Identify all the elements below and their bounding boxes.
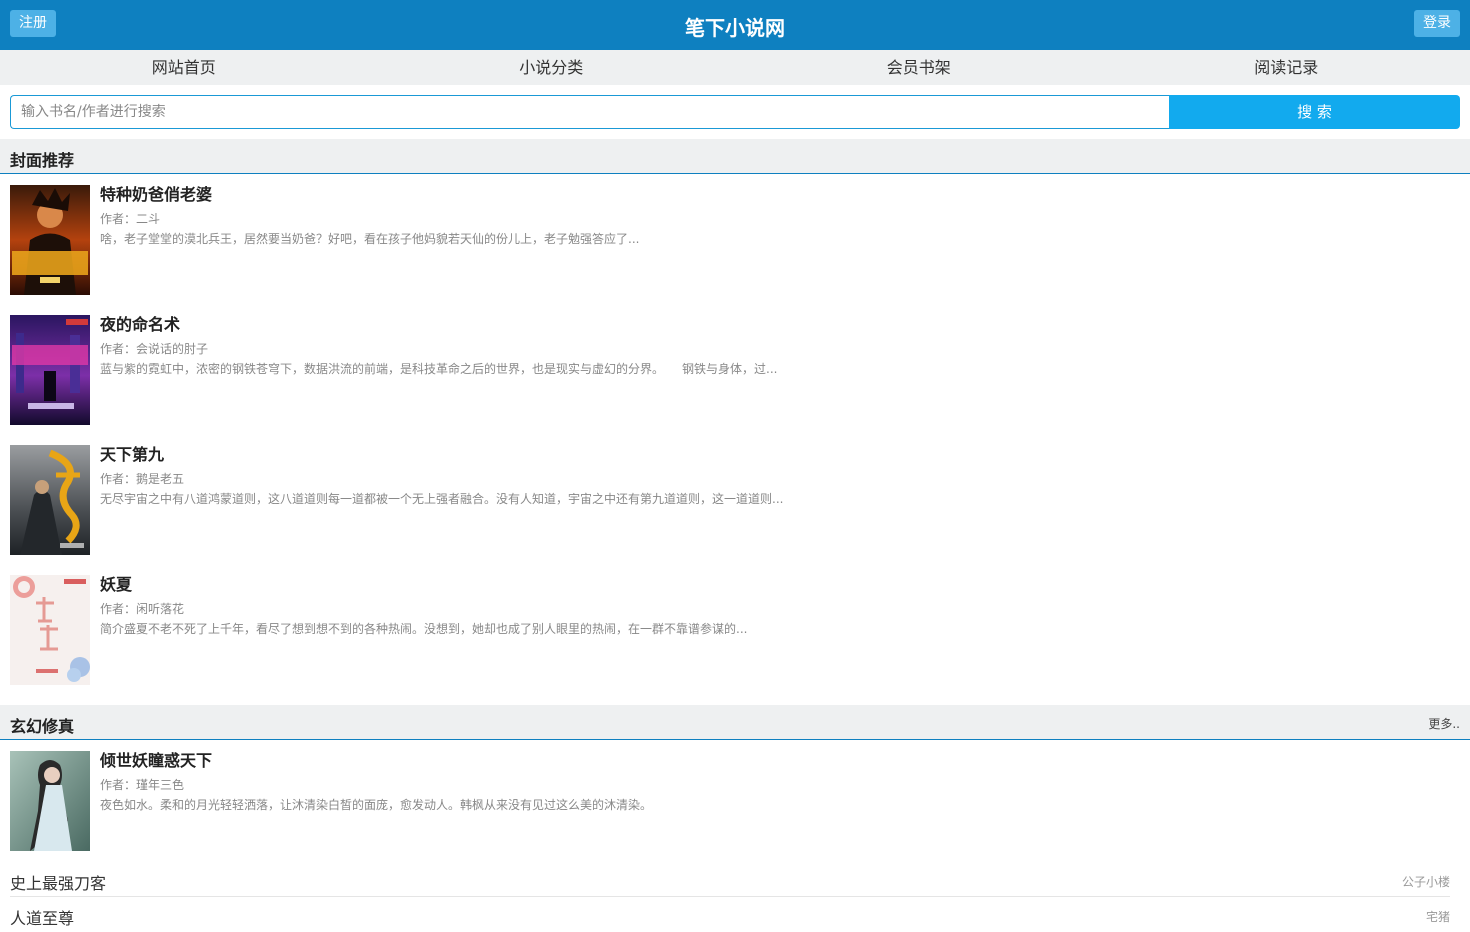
book-author: 作者：瑾年三色 <box>100 777 1460 793</box>
book-title[interactable]: 妖夏 <box>100 575 1460 599</box>
top-header: 注册 笔下小说网 登录 <box>0 0 1470 50</box>
book-title[interactable]: 夜的命名术 <box>100 315 1460 339</box>
book-author: 作者：闲听落花 <box>100 601 1460 617</box>
list-item-author: 公子小楼 <box>1402 873 1450 890</box>
section-title: 玄幻修真 <box>10 713 74 737</box>
more-link[interactable]: 更多.. <box>1428 715 1460 732</box>
list-item-title[interactable]: 人道至尊 <box>10 905 74 929</box>
book-intro: 夜色如水。柔和的月光轻轻洒落，让沐清染白皙的面庞，愈发动人。韩枫从来没有见过这么… <box>100 797 1460 813</box>
search-button[interactable]: 搜 索 <box>1169 95 1460 129</box>
book-title[interactable]: 特种奶爸俏老婆 <box>100 185 1460 209</box>
section-header-xuanhuan: 玄幻修真 更多.. <box>0 705 1470 740</box>
section-header-featured: 封面推荐 <box>0 139 1470 174</box>
list-item-author: 宅猪 <box>1426 908 1450 925</box>
book-cover[interactable] <box>10 575 90 685</box>
book-title[interactable]: 天下第九 <box>100 445 1460 469</box>
book-cover[interactable] <box>10 315 90 425</box>
book-intro: 蓝与紫的霓虹中，浓密的钢铁苍穹下，数据洪流的前端，是科技革命之后的世界，也是现实… <box>100 361 1460 377</box>
book-cover[interactable] <box>10 445 90 555</box>
book-intro: 简介盛夏不老不死了上千年，看尽了想到想不到的各种热闹。没想到，她却也成了别人眼里… <box>100 621 1460 637</box>
book-item[interactable]: 夜的命名术 作者：会说话的肘子 蓝与紫的霓虹中，浓密的钢铁苍穹下，数据洪流的前端… <box>10 315 1460 425</box>
book-info: 天下第九 作者：鹅是老五 无尽宇宙之中有八道鸿蒙道则，这八道道则每一道都被一个无… <box>100 445 1460 507</box>
login-button[interactable]: 登录 <box>1414 10 1460 37</box>
book-item[interactable]: 特种奶爸俏老婆 作者：二斗 啥，老子堂堂的漠北兵王，居然要当奶爸？好吧，看在孩子… <box>10 185 1460 295</box>
book-intro: 啥，老子堂堂的漠北兵王，居然要当奶爸？好吧，看在孩子他妈貌若天仙的份儿上，老子勉… <box>100 231 1460 247</box>
book-info: 倾世妖瞳惑天下 作者：瑾年三色 夜色如水。柔和的月光轻轻洒落，让沐清染白皙的面庞… <box>100 751 1460 813</box>
book-item[interactable]: 妖夏 作者：闲听落花 简介盛夏不老不死了上千年，看尽了想到想不到的各种热闹。没想… <box>10 575 1460 685</box>
book-author: 作者：二斗 <box>100 211 1460 227</box>
book-author: 作者：鹅是老五 <box>100 471 1460 487</box>
section-title: 封面推荐 <box>10 147 74 171</box>
book-intro: 无尽宇宙之中有八道鸿蒙道则，这八道道则每一道都被一个无上强者融合。没有人知道，宇… <box>100 491 1460 507</box>
site-title[interactable]: 笔下小说网 <box>0 12 1470 41</box>
nav-item-history[interactable]: 阅读记录 <box>1103 50 1470 85</box>
list-item[interactable]: 史上最强刀客 公子小楼 <box>10 862 1450 897</box>
list-item-title[interactable]: 史上最强刀客 <box>10 870 106 894</box>
search-input[interactable] <box>10 95 1170 129</box>
main-nav: 网站首页 小说分类 会员书架 阅读记录 <box>0 50 1470 85</box>
book-cover[interactable] <box>10 751 90 851</box>
search-bar: 搜 索 <box>10 95 1460 129</box>
book-author: 作者：会说话的肘子 <box>100 341 1460 357</box>
list-item[interactable]: 人道至尊 宅猪 <box>10 897 1450 932</box>
book-title[interactable]: 倾世妖瞳惑天下 <box>100 751 1460 775</box>
book-item[interactable]: 天下第九 作者：鹅是老五 无尽宇宙之中有八道鸿蒙道则，这八道道则每一道都被一个无… <box>10 445 1460 555</box>
book-cover[interactable] <box>10 185 90 295</box>
book-info: 特种奶爸俏老婆 作者：二斗 啥，老子堂堂的漠北兵王，居然要当奶爸？好吧，看在孩子… <box>100 185 1460 247</box>
nav-item-bookshelf[interactable]: 会员书架 <box>735 50 1103 85</box>
book-info: 妖夏 作者：闲听落花 简介盛夏不老不死了上千年，看尽了想到想不到的各种热闹。没想… <box>100 575 1460 637</box>
nav-item-categories[interactable]: 小说分类 <box>368 50 736 85</box>
book-item[interactable]: 倾世妖瞳惑天下 作者：瑾年三色 夜色如水。柔和的月光轻轻洒落，让沐清染白皙的面庞… <box>10 751 1460 851</box>
nav-item-home[interactable]: 网站首页 <box>0 50 368 85</box>
book-info: 夜的命名术 作者：会说话的肘子 蓝与紫的霓虹中，浓密的钢铁苍穹下，数据洪流的前端… <box>100 315 1460 377</box>
